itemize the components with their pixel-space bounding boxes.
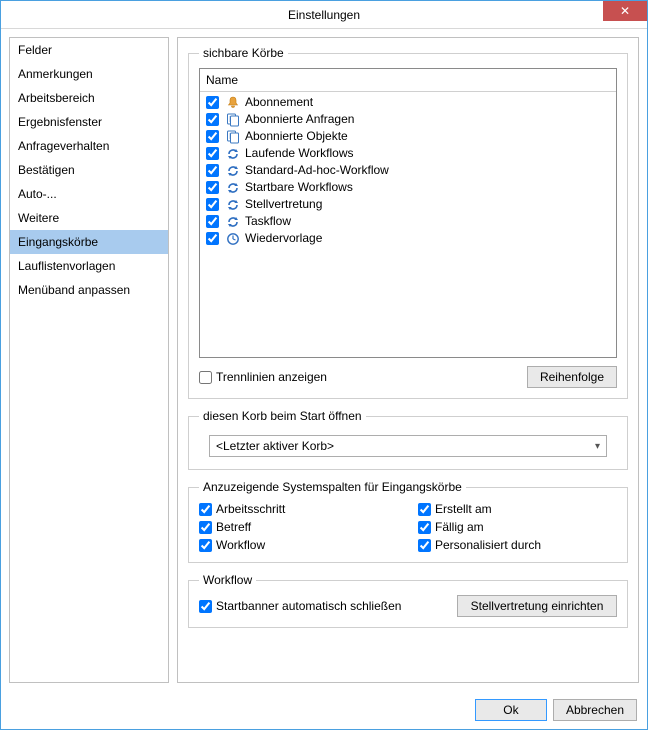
list-item[interactable]: Abonnierte Objekte [204,128,612,145]
basket-label: Abonnement [245,94,313,111]
show-separators-label: Trennlinien anzeigen [216,370,327,384]
list-item[interactable]: Laufende Workflows [204,145,612,162]
system-column-input[interactable] [418,503,431,516]
show-separators-input[interactable] [199,371,212,384]
sidebar-item[interactable]: Felder [10,38,168,62]
doclist-icon [225,129,241,145]
visible-baskets-legend: sichbare Körbe [199,46,288,60]
auto-close-checkbox[interactable]: Startbanner automatisch schließen [199,599,401,613]
system-column-checkbox[interactable]: Personalisiert durch [418,538,617,552]
cycle-icon [225,197,241,213]
system-column-input[interactable] [199,521,212,534]
chevron-down-icon: ▾ [595,441,600,452]
main-panel: sichbare Körbe Name AbonnementAbonnierte… [177,37,639,683]
delegate-button[interactable]: Stellvertretung einrichten [457,595,617,617]
system-column-input[interactable] [199,503,212,516]
list-item[interactable]: Abonnement [204,94,612,111]
system-columns-grid: Arbeitsschritt Erstellt am Betreff Fällig a… [199,502,617,552]
basket-label: Laufende Workflows [245,145,354,162]
dialog-footer: Ok Abbrechen [1,691,647,729]
sidebar-item[interactable]: Lauflistenvorlagen [10,254,168,278]
cancel-button[interactable]: Abbrechen [553,699,637,721]
list-item[interactable]: Stellvertretung [204,196,612,213]
list-item[interactable]: Startbare Workflows [204,179,612,196]
sidebar-item[interactable]: Auto-... [10,182,168,206]
show-separators-checkbox[interactable]: Trennlinien anzeigen [199,370,327,384]
basket-label: Startbare Workflows [245,179,353,196]
system-column-label: Erstellt am [435,502,492,516]
sidebar-item[interactable]: Anmerkungen [10,62,168,86]
system-columns-legend: Anzuzeigende Systemspalten für Eingangsk… [199,480,466,494]
settings-window: Einstellungen ✕ FelderAnmerkungenArbeits… [0,0,648,730]
sidebar-item[interactable]: Bestätigen [10,158,168,182]
cycle-icon [225,163,241,179]
clock-icon [225,231,241,247]
basket-label: Standard-Ad-hoc-Workflow [245,162,389,179]
cycle-icon [225,180,241,196]
workflow-group: Workflow Startbanner automatisch schließ… [188,573,628,628]
basket-checkbox[interactable] [206,198,219,211]
system-column-label: Arbeitsschritt [216,502,285,516]
baskets-listbox[interactable]: Name AbonnementAbonnierte AnfragenAbonni… [199,68,617,358]
system-column-checkbox[interactable]: Fällig am [418,520,617,534]
sidebar-item[interactable]: Eingangskörbe [10,230,168,254]
titlebar: Einstellungen ✕ [1,1,647,29]
basket-checkbox[interactable] [206,215,219,228]
system-column-input[interactable] [199,539,212,552]
visible-baskets-group: sichbare Körbe Name AbonnementAbonnierte… [188,46,628,399]
system-column-checkbox[interactable]: Erstellt am [418,502,617,516]
sidebar-item[interactable]: Arbeitsbereich [10,86,168,110]
open-basket-legend: diesen Korb beim Start öffnen [199,409,366,423]
list-item[interactable]: Wiedervorlage [204,230,612,247]
baskets-list-body: AbonnementAbonnierte AnfragenAbonnierte … [200,92,616,357]
list-item[interactable]: Standard-Ad-hoc-Workflow [204,162,612,179]
basket-checkbox[interactable] [206,130,219,143]
system-column-label: Betreff [216,520,251,534]
basket-label: Abonnierte Anfragen [245,111,354,128]
basket-checkbox[interactable] [206,96,219,109]
basket-checkbox[interactable] [206,232,219,245]
close-button[interactable]: ✕ [603,1,647,21]
system-column-checkbox[interactable]: Betreff [199,520,398,534]
window-title: Einstellungen [288,8,360,22]
auto-close-label: Startbanner automatisch schließen [216,599,401,613]
list-item[interactable]: Abonnierte Anfragen [204,111,612,128]
close-icon: ✕ [620,4,630,18]
basket-checkbox[interactable] [206,113,219,126]
sidebar-item[interactable]: Menüband anpassen [10,278,168,302]
cycle-icon [225,214,241,230]
basket-checkbox[interactable] [206,181,219,194]
doclist-icon [225,112,241,128]
basket-checkbox[interactable] [206,164,219,177]
auto-close-input[interactable] [199,600,212,613]
sidebar-item[interactable]: Weitere [10,206,168,230]
list-item[interactable]: Taskflow [204,213,612,230]
open-basket-group: diesen Korb beim Start öffnen <Letzter a… [188,409,628,470]
open-basket-select[interactable]: <Letzter aktiver Korb> ▾ [209,435,607,457]
system-column-checkbox[interactable]: Arbeitsschritt [199,502,398,516]
system-column-label: Fällig am [435,520,484,534]
system-columns-group: Anzuzeigende Systemspalten für Eingangsk… [188,480,628,563]
basket-label: Abonnierte Objekte [245,128,348,145]
open-basket-value: <Letzter aktiver Korb> [216,439,334,453]
cycle-icon [225,146,241,162]
system-column-checkbox[interactable]: Workflow [199,538,398,552]
basket-label: Stellvertretung [245,196,322,213]
workflow-legend: Workflow [199,573,256,587]
system-column-input[interactable] [418,539,431,552]
order-button[interactable]: Reihenfolge [527,366,617,388]
basket-label: Taskflow [245,213,291,230]
system-column-label: Personalisiert durch [435,538,541,552]
basket-label: Wiedervorlage [245,230,322,247]
sidebar-item[interactable]: Ergebnisfenster [10,110,168,134]
ok-button[interactable]: Ok [475,699,547,721]
bell-icon [225,95,241,111]
system-column-input[interactable] [418,521,431,534]
basket-checkbox[interactable] [206,147,219,160]
sidebar-item[interactable]: Anfrageverhalten [10,134,168,158]
system-column-label: Workflow [216,538,265,552]
sidebar[interactable]: FelderAnmerkungenArbeitsbereichErgebnisf… [9,37,169,683]
content-area: FelderAnmerkungenArbeitsbereichErgebnisf… [1,29,647,691]
baskets-list-header[interactable]: Name [200,69,616,92]
